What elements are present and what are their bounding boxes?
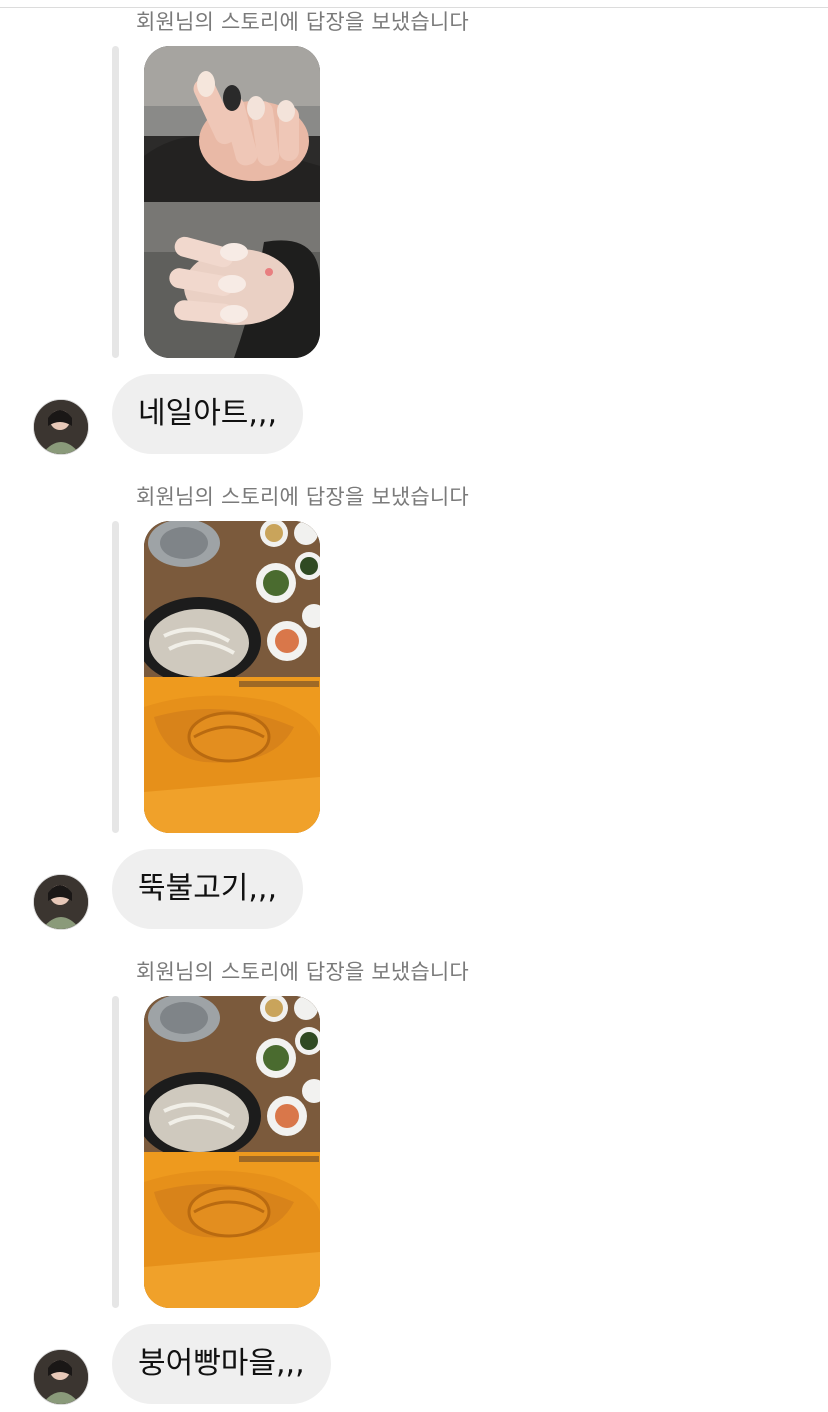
story-image-nails-2 <box>144 202 320 358</box>
dm-thread: 회원님의 스토리에 답장을 보냈습니다 네일아트,,, 회원님의 스토리에 답장… <box>0 0 828 1412</box>
message-text: 붕어빵마을,,, <box>138 1346 305 1381</box>
story-image-bungeoppang <box>144 1152 320 1308</box>
story-thumbnail[interactable] <box>144 996 320 1308</box>
story-image-nails-1 <box>144 46 320 202</box>
avatar[interactable] <box>33 1349 89 1405</box>
message-text: 뚝불고기,,, <box>138 871 278 906</box>
story-reply-label: 회원님의 스토리에 답장을 보냈습니다 <box>136 485 469 509</box>
story-image-bungeoppang <box>144 677 320 833</box>
story-thumbnail[interactable] <box>144 46 320 358</box>
story-reply-label: 회원님의 스토리에 답장을 보냈습니다 <box>136 960 469 984</box>
story-quote-line <box>112 996 119 1308</box>
avatar[interactable] <box>33 874 89 930</box>
story-thumbnail[interactable] <box>144 521 320 833</box>
story-image-meal <box>144 521 320 677</box>
story-image-meal <box>144 996 320 1152</box>
story-quote-line <box>112 521 119 833</box>
avatar[interactable] <box>33 399 89 455</box>
story-quote-line <box>112 46 119 358</box>
message-text: 네일아트,,, <box>138 396 278 431</box>
story-reply-label: 회원님의 스토리에 답장을 보냈습니다 <box>136 10 469 34</box>
message-bubble[interactable]: 붕어빵마을,,, <box>112 1324 331 1404</box>
message-bubble[interactable]: 뚝불고기,,, <box>112 849 304 929</box>
message-bubble[interactable]: 네일아트,,, <box>112 374 304 454</box>
